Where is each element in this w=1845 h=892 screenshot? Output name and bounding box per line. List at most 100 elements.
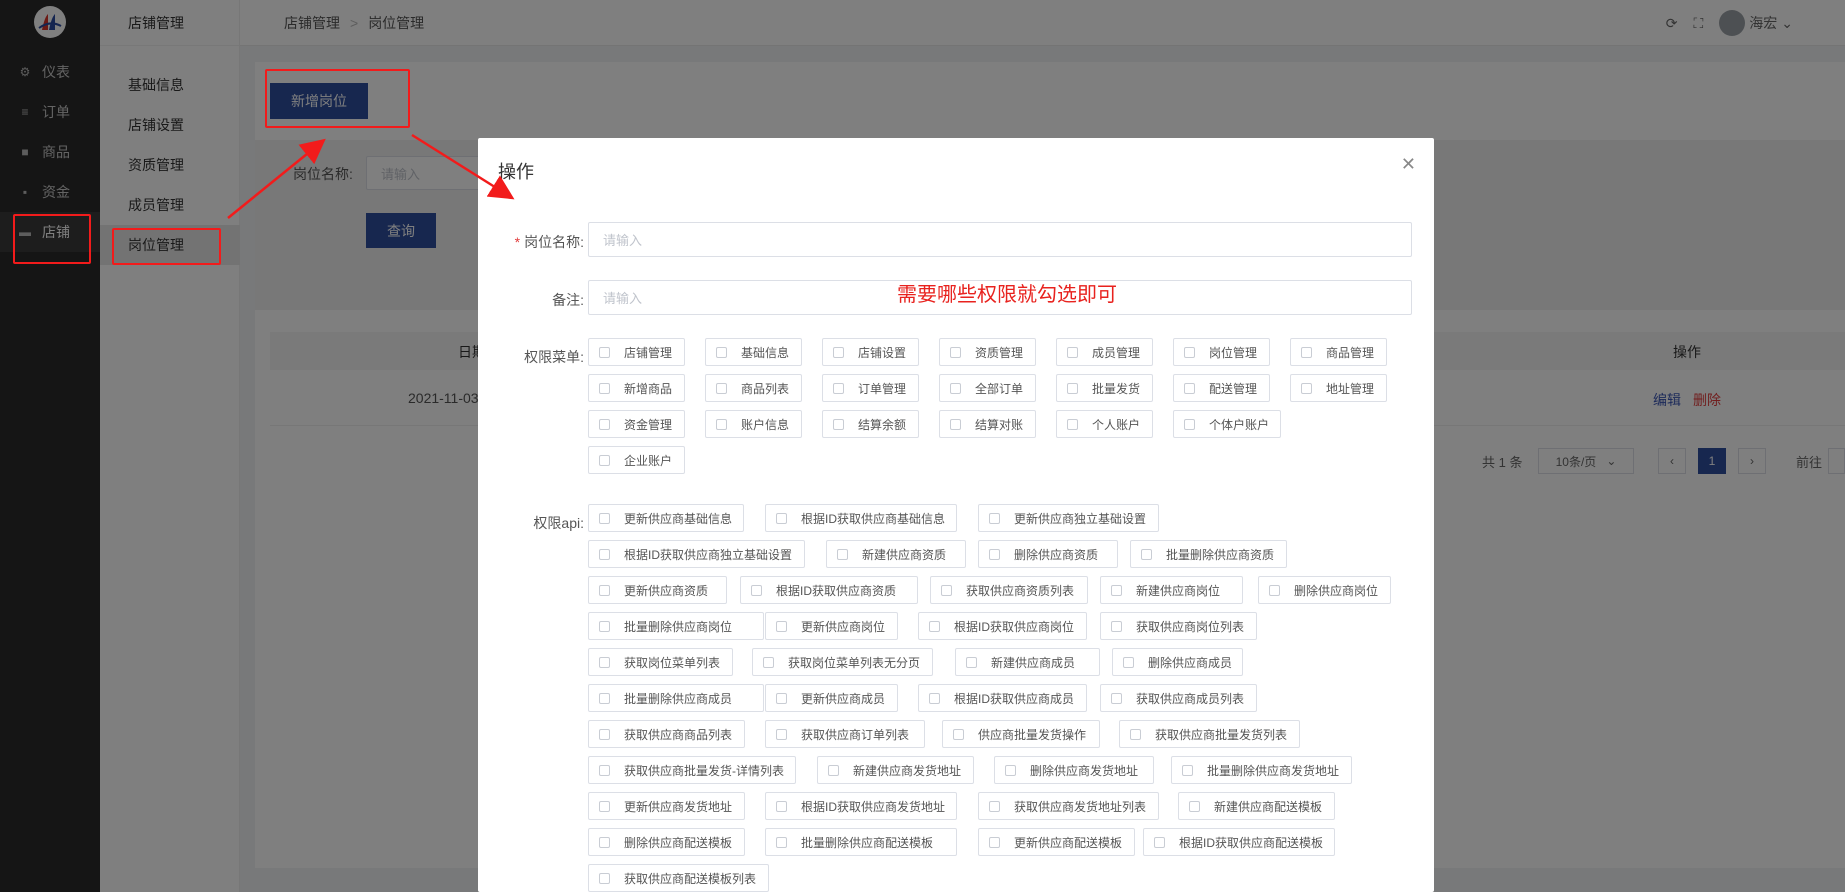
- menu-permission-checkbox[interactable]: 店铺设置: [822, 338, 919, 366]
- api-permission-checkbox[interactable]: 更新供应商配送模板: [978, 828, 1135, 856]
- api-permission-checkbox[interactable]: 获取供应商岗位列表: [1100, 612, 1257, 640]
- checkbox-square-icon: [1067, 346, 1078, 358]
- api-permission-checkbox[interactable]: 批量删除供应商配送模板: [765, 828, 957, 856]
- menu-permission-checkbox-label: 个体户账户: [1209, 417, 1270, 432]
- api-permission-checkbox[interactable]: 批量删除供应商岗位: [588, 612, 764, 640]
- api-permission-checkbox[interactable]: 更新供应商资质: [588, 576, 727, 604]
- checkbox-square-icon: [599, 454, 610, 466]
- api-permission-checkbox[interactable]: 获取岗位菜单列表无分页: [752, 648, 933, 676]
- api-permission-checkbox[interactable]: 获取供应商资质列表: [930, 576, 1088, 604]
- api-permission-checkbox[interactable]: 获取供应商批量发货-详情列表: [588, 756, 796, 784]
- menu-permission-checkbox[interactable]: 结算余额: [822, 410, 919, 438]
- api-permission-checkbox[interactable]: 获取供应商成员列表: [1100, 684, 1257, 712]
- checkbox-square-icon: [599, 656, 610, 668]
- api-permission-checkbox[interactable]: 更新供应商基础信息: [588, 504, 744, 532]
- api-permission-checkbox[interactable]: 根据ID获取供应商独立基础设置: [588, 540, 805, 568]
- api-permission-checkbox[interactable]: 删除供应商配送模板: [588, 828, 745, 856]
- menu-permission-checkbox[interactable]: 新增商品: [588, 374, 685, 402]
- checkbox-square-icon: [1184, 346, 1195, 358]
- checkbox-square-icon: [599, 418, 610, 430]
- api-permission-checkbox[interactable]: 根据ID获取供应商成员: [918, 684, 1087, 712]
- api-permission-checkbox-label: 获取岗位菜单列表无分页: [788, 655, 921, 670]
- api-permission-checkbox[interactable]: 批量删除供应商发货地址: [1171, 756, 1352, 784]
- menu-permission-checkbox-label: 全部订单: [975, 381, 1024, 396]
- checkbox-square-icon: [599, 512, 610, 524]
- api-permission-checkbox[interactable]: 获取供应商配送模板列表: [588, 864, 769, 892]
- position-name-input[interactable]: 请输入: [588, 222, 1412, 257]
- checkbox-square-icon: [833, 346, 844, 358]
- checkbox-square-icon: [833, 418, 844, 430]
- menu-permission-checkbox[interactable]: 个体户账户: [1173, 410, 1281, 438]
- checkbox-square-icon: [989, 512, 1000, 524]
- api-permission-checkbox[interactable]: 新建供应商配送模板: [1178, 792, 1335, 820]
- menu-permission-checkbox[interactable]: 商品列表: [705, 374, 802, 402]
- api-permission-checkbox[interactable]: 获取供应商发货地址列表: [978, 792, 1159, 820]
- menu-permission-checkbox[interactable]: 资金管理: [588, 410, 685, 438]
- menu-permission-checkbox[interactable]: 地址管理: [1290, 374, 1387, 402]
- menu-permission-checkbox[interactable]: 个人账户: [1056, 410, 1153, 438]
- menu-permission-checkbox[interactable]: 店铺管理: [588, 338, 685, 366]
- api-permission-checkbox[interactable]: 新建供应商岗位: [1100, 576, 1243, 604]
- close-icon[interactable]: ✕: [1401, 154, 1416, 175]
- api-permission-checkbox[interactable]: 批量删除供应商成员: [588, 684, 764, 712]
- api-permission-checkbox-label: 新建供应商配送模板: [1214, 799, 1323, 814]
- menu-permission-checkbox[interactable]: 商品管理: [1290, 338, 1387, 366]
- menu-permission-checkbox[interactable]: 成员管理: [1056, 338, 1153, 366]
- menu-permission-checkbox[interactable]: 配送管理: [1173, 374, 1270, 402]
- api-permission-checkbox[interactable]: 根据ID获取供应商岗位: [918, 612, 1087, 640]
- menu-permission-checkbox[interactable]: 全部订单: [939, 374, 1036, 402]
- menu-permission-checkbox[interactable]: 批量发货: [1056, 374, 1153, 402]
- api-permission-checkbox[interactable]: 删除供应商发货地址: [994, 756, 1154, 784]
- menu-permission-checkbox-label: 企业账户: [624, 453, 673, 468]
- api-permission-checkbox[interactable]: 批量删除供应商资质: [1130, 540, 1287, 568]
- checkbox-square-icon: [1184, 418, 1195, 430]
- api-permission-checkbox[interactable]: 获取岗位菜单列表: [588, 648, 733, 676]
- api-permission-checkbox[interactable]: 新建供应商发货地址: [817, 756, 974, 784]
- menu-permission-checkbox[interactable]: 岗位管理: [1173, 338, 1270, 366]
- api-permission-checkbox[interactable]: 删除供应商岗位: [1258, 576, 1391, 604]
- api-permission-checkbox-label: 批量删除供应商成员: [624, 691, 733, 706]
- api-permission-checkbox-label: 获取供应商资质列表: [966, 583, 1075, 598]
- checkbox-square-icon: [716, 382, 727, 394]
- api-permission-checkbox[interactable]: 新建供应商成员: [955, 648, 1100, 676]
- api-permission-checkbox[interactable]: 新建供应商资质: [826, 540, 966, 568]
- menu-permission-checkbox[interactable]: 企业账户: [588, 446, 685, 474]
- menu-permission-checkbox[interactable]: 基础信息: [705, 338, 802, 366]
- api-permission-checkbox[interactable]: 根据ID获取供应商资质: [740, 576, 918, 604]
- api-permission-checkbox[interactable]: 获取供应商批量发货列表: [1119, 720, 1300, 748]
- checkbox-square-icon: [1111, 620, 1122, 632]
- highlight-positions-subnav: [112, 228, 221, 265]
- menu-permission-checkbox[interactable]: 资质管理: [939, 338, 1036, 366]
- api-permission-checkbox[interactable]: 根据ID获取供应商配送模板: [1143, 828, 1335, 856]
- menu-permission-checkbox-label: 岗位管理: [1209, 345, 1258, 360]
- api-permission-checkbox-label: 更新供应商岗位: [801, 619, 886, 634]
- api-permission-checkbox[interactable]: 删除供应商成员: [1112, 648, 1244, 676]
- menu-permission-checkbox[interactable]: 订单管理: [822, 374, 919, 402]
- api-permission-checkbox[interactable]: 更新供应商岗位: [765, 612, 898, 640]
- checkbox-square-icon: [966, 656, 977, 668]
- menu-permission-checkbox-label: 店铺管理: [624, 345, 673, 360]
- checkbox-square-icon: [941, 584, 952, 596]
- checkbox-square-icon: [837, 548, 848, 560]
- api-permission-checkbox-label: 批量删除供应商发货地址: [1207, 763, 1340, 778]
- api-permission-checkbox-label: 根据ID获取供应商资质: [776, 583, 897, 598]
- checkbox-square-icon: [776, 800, 787, 812]
- api-permission-checkbox[interactable]: 删除供应商资质: [978, 540, 1118, 568]
- api-permission-checkbox[interactable]: 供应商批量发货操作: [942, 720, 1100, 748]
- api-permission-checkbox-label: 获取供应商配送模板列表: [624, 871, 757, 886]
- api-permission-checkbox[interactable]: 根据ID获取供应商发货地址: [765, 792, 957, 820]
- api-permission-checkbox[interactable]: 更新供应商发货地址: [588, 792, 745, 820]
- remark-label: 备注:: [552, 292, 584, 308]
- api-permission-checkbox[interactable]: 获取供应商订单列表: [765, 720, 925, 748]
- dialog-title: 操作: [498, 162, 534, 182]
- api-permission-checkbox[interactable]: 获取供应商商品列表: [588, 720, 745, 748]
- menu-permission-checkbox[interactable]: 账户信息: [705, 410, 802, 438]
- checkbox-square-icon: [1123, 656, 1134, 668]
- api-permission-checkbox[interactable]: 更新供应商独立基础设置: [978, 504, 1159, 532]
- api-permission-checkbox[interactable]: 更新供应商成员: [765, 684, 898, 712]
- menu-permission-checkbox-label: 结算余额: [858, 417, 907, 432]
- api-permission-checkbox[interactable]: 根据ID获取供应商基础信息: [765, 504, 957, 532]
- menu-permission-checkbox-label: 账户信息: [741, 417, 790, 432]
- menu-permission-checkbox[interactable]: 结算对账: [939, 410, 1036, 438]
- annotation-note: 需要哪些权限就勾选即可: [897, 284, 1117, 306]
